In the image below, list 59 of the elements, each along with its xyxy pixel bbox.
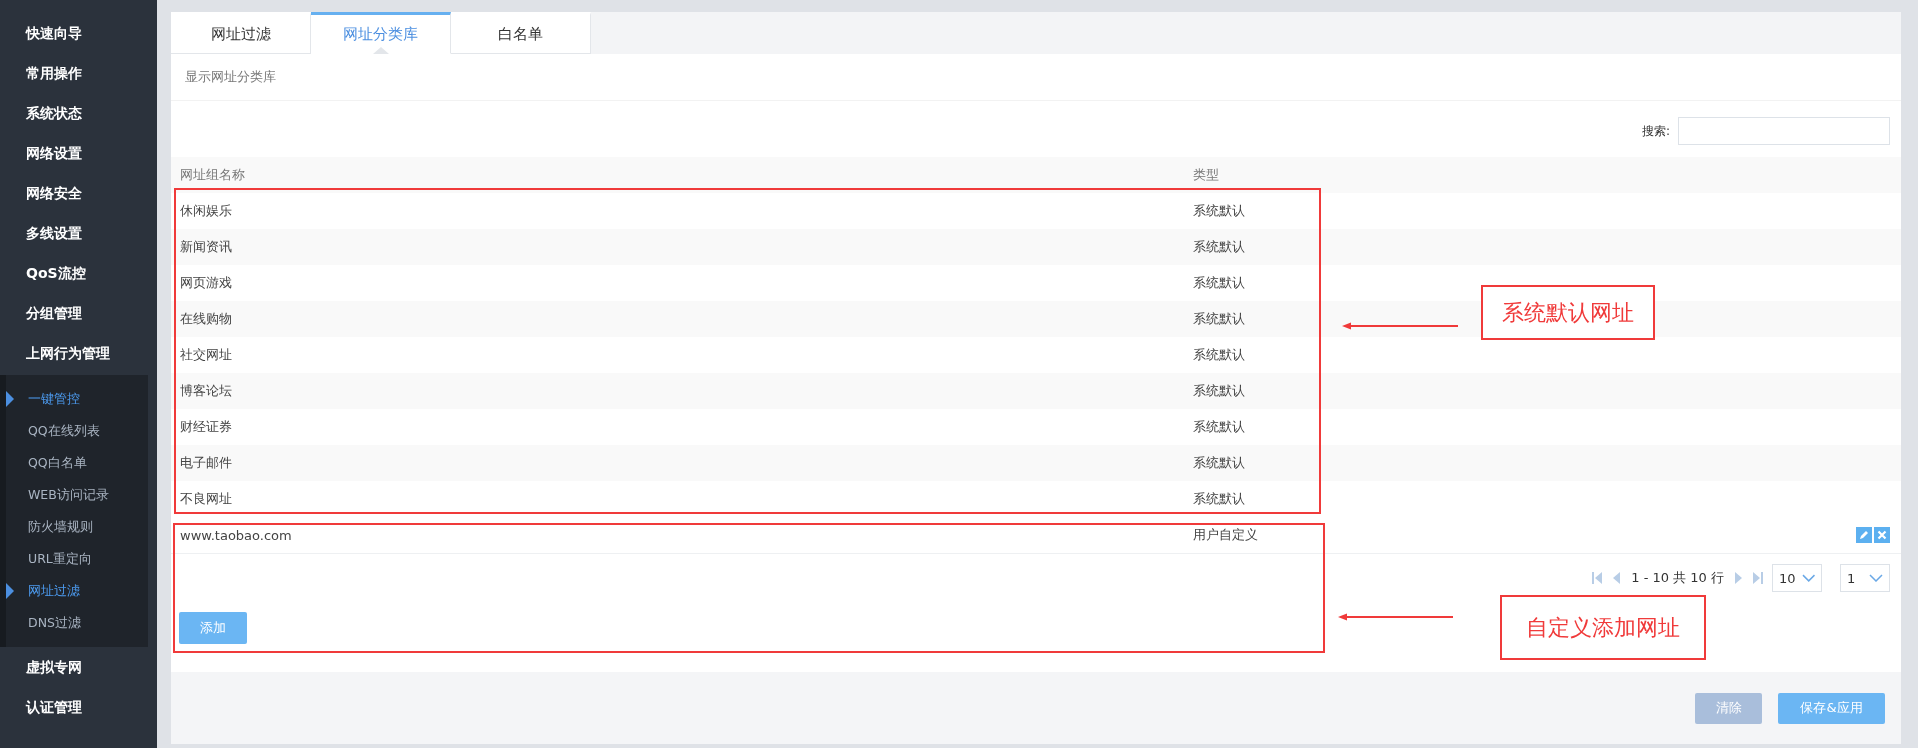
sidebar-item[interactable]: 认证管理 [0, 687, 157, 727]
selection-marker-icon [6, 583, 14, 599]
tab-pointer-icon [373, 47, 389, 54]
submenu-item[interactable]: WEB访问记录 [6, 479, 148, 511]
page-select[interactable]: 1 [1840, 564, 1890, 592]
first-page-icon[interactable] [1591, 571, 1604, 585]
pagination-summary: 1 - 10 共 10 行 [1631, 569, 1724, 587]
sidebar-item[interactable]: 常用操作 [0, 53, 157, 93]
table-cell-text: 网页游戏 [179, 274, 233, 292]
table-cell-text: 在线购物 [179, 310, 233, 328]
submenu-item[interactable]: 防火墙规则 [6, 511, 148, 543]
selection-marker-icon [6, 391, 14, 407]
column-header: 网址组名称 [179, 166, 246, 184]
tab[interactable]: 白名单 [451, 12, 591, 54]
table-cell: 系统默认 [1193, 238, 1245, 256]
search-label: 搜索: [1641, 122, 1670, 140]
next-page-icon[interactable] [1732, 571, 1744, 585]
table-cell-text: 博客论坛 [179, 382, 233, 400]
chevron-down-icon [1869, 574, 1883, 582]
table-cell: 系统默认 [1193, 346, 1245, 364]
sidebar-item[interactable]: 网络设置 [0, 133, 157, 173]
submenu-item[interactable]: 网址过滤 [6, 575, 148, 607]
table-cell-text: 不良网址 [179, 490, 233, 508]
table-cell: 系统默认 [1193, 490, 1245, 508]
sidebar-item[interactable]: 分组管理 [0, 293, 157, 333]
submenu-item[interactable]: URL重定向 [6, 543, 148, 575]
last-page-icon[interactable] [1752, 571, 1764, 585]
column-header: 类型 [1193, 166, 1219, 184]
annotation-label: 自定义添加网址 [1500, 595, 1706, 660]
sidebar-item[interactable]: 上网行为管理 [0, 333, 157, 373]
chevron-down-icon [1801, 574, 1815, 582]
annotation-label: 系统默认网址 [1481, 285, 1655, 340]
sidebar-item[interactable]: 网络安全 [0, 173, 157, 213]
submenu-item[interactable]: QQ在线列表 [6, 415, 148, 447]
sidebar-item[interactable]: 快速向导 [0, 13, 157, 53]
sidebar-item[interactable]: 虚拟专网 [0, 647, 157, 687]
table-cell-text: 休闲娱乐 [179, 202, 233, 220]
table-cell-text: 电子邮件 [179, 454, 233, 472]
section-title: 显示网址分类库 [171, 54, 1901, 101]
sidebar-item[interactable]: 多线设置 [0, 213, 157, 253]
table-cell: 用户自定义 [1193, 526, 1258, 544]
sidebar-item[interactable]: QoS流控 [0, 253, 157, 293]
table-cell-text: 新闻资讯 [179, 238, 233, 256]
submenu-item[interactable]: QQ白名单 [6, 447, 148, 479]
table-cell-text: 社交网址 [179, 346, 233, 364]
table-cell: 系统默认 [1193, 418, 1245, 436]
table-cell: 系统默认 [1193, 274, 1245, 292]
submenu-item[interactable]: DNS过滤 [6, 607, 148, 639]
table-cell: 系统默认 [1193, 382, 1245, 400]
sidebar-item[interactable]: 系统状态 [0, 93, 157, 133]
table-cell-text: 财经证券 [179, 418, 233, 436]
page-size-select[interactable]: 10 [1772, 564, 1822, 592]
table-cell: 系统默认 [1193, 202, 1245, 220]
table-cell: 系统默认 [1193, 454, 1245, 472]
search-field[interactable] [1678, 117, 1890, 145]
table-cell: 系统默认 [1193, 310, 1245, 328]
submenu-item[interactable]: 一键管控 [6, 383, 148, 415]
tab[interactable]: 网址过滤 [171, 12, 311, 54]
table-cell-text: www.taobao.com [179, 527, 293, 543]
